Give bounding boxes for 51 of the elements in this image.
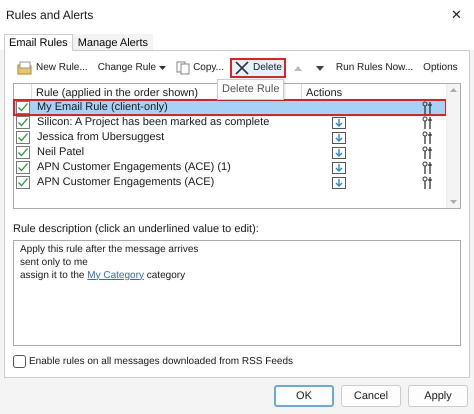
rss-option-label: Enable rules on all messages downloaded from RSS Feeds — [29, 354, 294, 368]
description-line: Apply this rule after the message arrives — [20, 242, 200, 256]
close-button[interactable]: ✕ — [447, 5, 466, 25]
rule-checkbox[interactable] — [16, 176, 30, 189]
toolbar-button[interactable]: Run Rules Now... — [332, 59, 418, 77]
description-label: Rule description (click an underlined value to edit): — [13, 222, 260, 237]
toolbar-button[interactable]: New Rule... — [13, 59, 92, 77]
rule-checkbox[interactable] — [16, 116, 30, 129]
rule-row[interactable]: Silicon: A Project has been marked as complete — [14, 115, 446, 130]
tab[interactable]: Email Rules — [4, 34, 73, 51]
rule-row[interactable]: Jessica from Ubersuggest — [14, 130, 446, 145]
move-to-folder-icon — [332, 131, 346, 144]
toolbar-button[interactable]: Options — [419, 59, 462, 77]
toolbar-button[interactable]: Change Rule — [94, 59, 170, 77]
move-to-folder-icon — [332, 116, 346, 129]
dialog-button[interactable]: Apply — [408, 385, 468, 407]
rule-checkbox[interactable] — [16, 161, 30, 174]
scrollbar[interactable] — [446, 84, 460, 208]
move-to-folder-icon — [332, 161, 346, 174]
description-line: assign it to the My Category category — [20, 268, 186, 282]
rule-row[interactable]: APN Customer Engagements (ACE) — [14, 175, 446, 190]
rule-name: Silicon: A Project has been marked as complete — [36, 115, 270, 130]
rule-checkbox[interactable] — [16, 101, 30, 114]
window-title: Rules and Alerts — [6, 7, 94, 24]
tooltip: Delete Rule — [217, 79, 284, 100]
description-line: sent only to me — [20, 256, 89, 268]
move-to-folder-icon — [332, 176, 346, 189]
toolbar-button[interactable]: Delete — [230, 58, 286, 78]
scroll-up-icon — [450, 88, 457, 92]
rule-name: Jessica from Ubersuggest — [36, 130, 166, 146]
scroll-down-icon — [450, 200, 457, 204]
rule-checkbox[interactable] — [16, 146, 30, 159]
rule-name: APN Customer Engagements (ACE) — [36, 175, 216, 190]
tab[interactable]: Manage Alerts — [72, 34, 154, 50]
rule-row[interactable]: APN Customer Engagements (ACE) (1) — [14, 160, 446, 175]
move-to-folder-icon — [332, 146, 346, 159]
copy-icon — [176, 61, 190, 75]
caret-icon — [159, 66, 166, 70]
rule-name: APN Customer Engagements (ACE) (1) — [36, 160, 232, 176]
rule-row[interactable]: Neil Patel — [14, 145, 446, 160]
rule-name: Neil Patel — [36, 145, 86, 160]
rule-row[interactable]: My Email Rule (client-only) — [14, 100, 446, 115]
category-link[interactable]: My Category — [87, 270, 144, 280]
folder-icon — [17, 61, 33, 75]
dialog-button[interactable]: Cancel — [341, 385, 401, 407]
rule-name: My Email Rule (client-only) — [36, 100, 169, 116]
toolbar-button[interactable]: Copy... — [172, 59, 228, 77]
dialog-button[interactable]: OK — [274, 385, 334, 407]
delete-icon — [234, 60, 250, 76]
rule-checkbox[interactable] — [16, 131, 30, 144]
rss-checkbox[interactable] — [13, 354, 26, 368]
